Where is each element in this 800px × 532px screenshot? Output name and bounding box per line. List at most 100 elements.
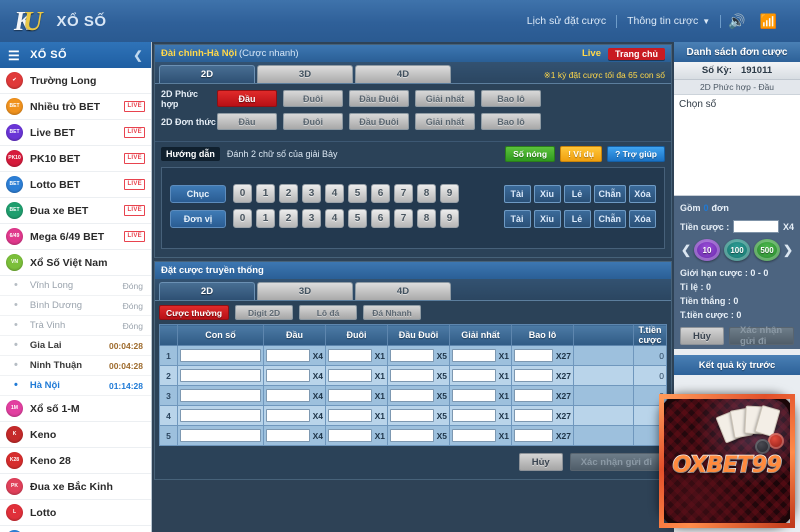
sidebar-item-2[interactable]: BET Live BET LIVE (0, 120, 151, 146)
pad-row-name-1[interactable]: Đơn vị (170, 209, 226, 228)
pad-action-1-2[interactable]: Lẻ (563, 209, 591, 228)
pad-action-0-4[interactable]: Xóa (629, 184, 656, 203)
sidebar-region-4[interactable]: • Ninh Thuận 00:04:28 (0, 356, 151, 376)
digit-key-1-4[interactable]: 4 (325, 209, 344, 228)
order-cancel-button[interactable]: Hủy (680, 327, 724, 345)
pad-action-1-3[interactable]: Chẵn (593, 209, 626, 228)
guide-button-0[interactable]: Số nóng (505, 145, 556, 162)
quickbet-tab-3D[interactable]: 3D (257, 65, 353, 83)
sidebar-bottom-item-1[interactable]: K Keno (0, 422, 151, 448)
pad-action-1-0[interactable]: Tài (503, 209, 531, 228)
sidebar-item-6[interactable]: 6/49 Mega 6/49 BET LIVE (0, 224, 151, 250)
digit-key-0-0[interactable]: 0 (233, 184, 252, 203)
sidebar-item-1[interactable]: BET Nhiều trò BET LIVE (0, 94, 151, 120)
bet-input-4-1[interactable] (328, 429, 372, 442)
quickbet-option-0-1[interactable]: Đuôi (283, 90, 343, 107)
bet-info-dropdown[interactable]: Thông tin cược ▼ (617, 15, 720, 27)
traditional-tab-2D[interactable]: 2D (159, 282, 255, 300)
quickbet-option-1-1[interactable]: Đuôi (283, 113, 343, 130)
sidebar-item-4[interactable]: BET Lotto BET LIVE (0, 172, 151, 198)
digit-key-1-7[interactable]: 7 (394, 209, 413, 228)
order-confirm-button[interactable]: Xác nhận gửi đi (729, 325, 794, 347)
bet-input-1-0[interactable] (266, 369, 310, 382)
con-so-input-4[interactable] (180, 429, 261, 442)
digit-key-0-1[interactable]: 1 (256, 184, 275, 203)
traditional-tab-3D[interactable]: 3D (257, 282, 353, 300)
traditional-cancel-button[interactable]: Hủy (518, 453, 563, 471)
chip-500[interactable]: 500 (754, 239, 780, 261)
speaker-icon[interactable]: 🔊 (721, 13, 752, 30)
sidebar-item-5[interactable]: BET Đua xe BET LIVE (0, 198, 151, 224)
sidebar-region-3[interactable]: • Gia Lai 00:04:28 (0, 336, 151, 356)
quickbet-option-0-3[interactable]: Giải nhất (415, 90, 475, 107)
bet-input-2-1[interactable] (328, 389, 372, 402)
digit-key-0-8[interactable]: 8 (417, 184, 436, 203)
digit-key-1-2[interactable]: 2 (279, 209, 298, 228)
con-so-input-2[interactable] (180, 389, 261, 402)
digit-key-1-1[interactable]: 1 (256, 209, 275, 228)
digit-key-1-6[interactable]: 6 (371, 209, 390, 228)
bet-input-4-3[interactable] (452, 429, 496, 442)
con-so-input-0[interactable] (180, 349, 261, 362)
traditional-mode-0[interactable]: Cược thường (159, 305, 230, 320)
digit-key-1-3[interactable]: 3 (302, 209, 321, 228)
quickbet-tab-2D[interactable]: 2D (159, 65, 255, 83)
bet-input-2-4[interactable] (514, 389, 553, 402)
bet-input-3-0[interactable] (266, 409, 310, 422)
previous-result-button[interactable]: Kết quả kỳ trước (674, 355, 800, 375)
stake-input[interactable] (733, 220, 779, 233)
bet-input-3-4[interactable] (514, 409, 553, 422)
quickbet-option-1-4[interactable]: Bao lô (481, 113, 541, 130)
quickbet-tab-4D[interactable]: 4D (355, 65, 451, 83)
sidebar-item-7[interactable]: VN Xổ Số Việt Nam (0, 250, 151, 276)
pad-row-name-0[interactable]: Chục (170, 184, 226, 203)
hamburger-icon[interactable]: ☰ (8, 49, 20, 62)
bet-input-0-1[interactable] (328, 349, 372, 362)
quickbet-option-0-0[interactable]: Đầu (217, 90, 277, 107)
digit-key-1-0[interactable]: 0 (233, 209, 252, 228)
bet-input-0-3[interactable] (452, 349, 496, 362)
digit-key-1-5[interactable]: 5 (348, 209, 367, 228)
pad-action-0-0[interactable]: Tài (503, 184, 531, 203)
chip-prev-arrow[interactable]: ❮ (681, 243, 691, 257)
sidebar-bottom-item-2[interactable]: K28 Keno 28 (0, 448, 151, 474)
sidebar-bottom-item-4[interactable]: L Lotto (0, 500, 151, 526)
sidebar-bottom-item-3[interactable]: PK Đua xe Bắc Kinh (0, 474, 151, 500)
guide-button-1[interactable]: ! Ví dụ (560, 145, 603, 162)
sidebar-item-0[interactable]: ✔ Trường Long (0, 68, 151, 94)
sidebar-region-2[interactable]: • Trà Vinh Đóng (0, 316, 151, 336)
quickbet-option-0-4[interactable]: Bao lô (481, 90, 541, 107)
bet-input-2-0[interactable] (266, 389, 310, 402)
bet-history-link[interactable]: Lịch sử đặt cược (517, 15, 616, 27)
digit-key-0-4[interactable]: 4 (325, 184, 344, 203)
quickbet-option-1-3[interactable]: Giải nhất (415, 113, 475, 130)
sidebar-region-0[interactable]: • Vĩnh Long Đóng (0, 276, 151, 296)
con-so-input-1[interactable] (180, 369, 261, 382)
wifi-icon[interactable]: 📶 (753, 13, 784, 30)
sidebar-bottom-item-0[interactable]: 1M Xổ số 1-M (0, 396, 151, 422)
bet-input-2-3[interactable] (452, 389, 496, 402)
bet-input-1-3[interactable] (452, 369, 496, 382)
traditional-mode-1[interactable]: Digit 2D (235, 305, 294, 320)
digit-key-1-8[interactable]: 8 (417, 209, 436, 228)
brand-logo[interactable]: K U XỔ SỐ (0, 7, 107, 35)
traditional-mode-3[interactable]: Đá Nhanh (363, 305, 422, 320)
sidebar-region-5[interactable]: • Hà Nội 01:14:28 (0, 376, 151, 396)
bet-input-4-4[interactable] (514, 429, 553, 442)
sidebar-bottom-item-5[interactable]: 3DFu li 3D (0, 526, 151, 532)
bet-input-2-2[interactable] (390, 389, 434, 402)
bet-input-4-2[interactable] (390, 429, 434, 442)
sidebar-item-3[interactable]: PK10 PK10 BET LIVE (0, 146, 151, 172)
traditional-confirm-button[interactable]: Xác nhận gửi đi (569, 453, 663, 471)
digit-key-0-7[interactable]: 7 (394, 184, 413, 203)
pad-action-0-1[interactable]: Xỉu (533, 184, 561, 203)
bet-input-1-1[interactable] (328, 369, 372, 382)
bet-input-0-2[interactable] (390, 349, 434, 362)
quickbet-option-0-2[interactable]: Đầu Đuôi (349, 90, 409, 107)
bet-input-4-0[interactable] (266, 429, 310, 442)
con-so-input-3[interactable] (180, 409, 261, 422)
digit-key-0-6[interactable]: 6 (371, 184, 390, 203)
digit-key-0-5[interactable]: 5 (348, 184, 367, 203)
digit-key-0-2[interactable]: 2 (279, 184, 298, 203)
chip-10[interactable]: 10 (694, 239, 720, 261)
